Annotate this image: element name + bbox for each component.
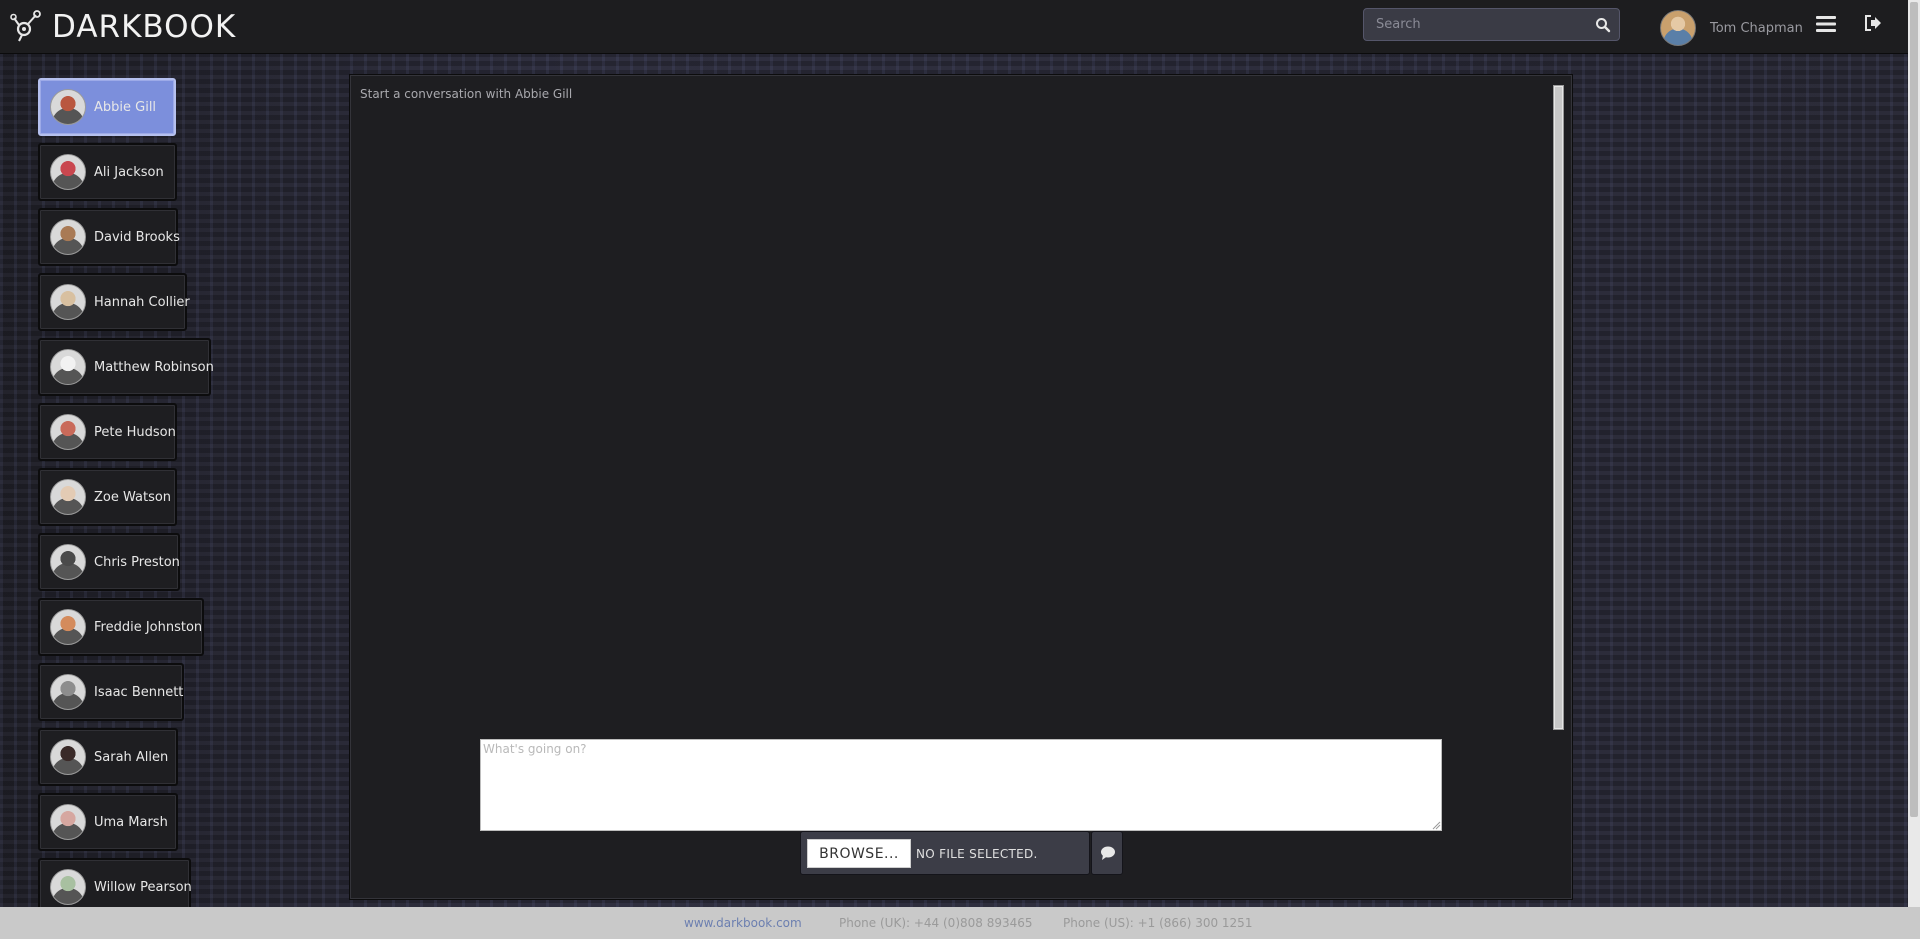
contact-zoe-watson[interactable]: Zoe Watson [38,468,177,526]
contact-avatar [50,89,86,125]
send-message-button[interactable] [1091,831,1123,875]
contact-name: Freddie Johnston [94,619,203,635]
user-name[interactable]: Tom Chapman [1710,21,1803,36]
contact-matthew-robinson[interactable]: Matthew Robinson [38,338,214,396]
contact-name: Willow Pearson [94,879,192,895]
contact-name: Abbie Gill [94,99,157,115]
contact-name: Chris Preston [94,554,180,570]
footer: www.darkbook.com Phone (UK): +44 (0)808 … [0,907,1920,939]
contact-chris-preston[interactable]: Chris Preston [38,533,180,591]
contact-hannah-collier[interactable]: Hannah Collier [38,273,190,331]
contact-avatar [50,219,86,255]
contact-name: Sarah Allen [94,749,169,765]
search-input[interactable] [1364,9,1584,40]
contact-name: David Brooks [94,229,180,245]
contact-freddie-johnston[interactable]: Freddie Johnston [38,598,204,656]
contact-abbie-gill[interactable]: Abbie Gill [38,78,176,136]
contact-avatar [50,609,86,645]
contact-name: Matthew Robinson [94,359,214,375]
brand[interactable]: DARKBOOK [10,4,236,50]
molecule-logo-icon [10,10,41,42]
search-box [1363,8,1620,41]
file-status: NO FILE SELECTED. [916,847,1038,861]
contact-avatar [50,869,86,905]
contact-name: Isaac Bennett [94,684,184,700]
contact-name: Pete Hudson [94,424,176,440]
search-icon[interactable] [1595,17,1611,33]
contact-pete-hudson[interactable]: Pete Hudson [38,403,177,461]
chat-panel: Start a conversation with Abbie Gill BRO… [349,74,1573,900]
contact-name: Ali Jackson [94,164,164,180]
browse-button[interactable]: BROWSE... [807,839,911,868]
footer-phone-uk: Phone (UK): +44 (0)808 893465 [839,916,1033,930]
contact-sarah-allen[interactable]: Sarah Allen [38,728,178,786]
contact-avatar [50,414,86,450]
contact-avatar [50,154,86,190]
contact-avatar [50,479,86,515]
footer-website-link[interactable]: www.darkbook.com [684,916,802,930]
contact-avatar [50,674,86,710]
chat-intro-text: Start a conversation with Abbie Gill [360,87,573,101]
user-profile[interactable]: Tom Chapman [1660,10,1803,46]
chat-scrollbar-thumb[interactable] [1555,87,1562,728]
page-scrollbar-thumb[interactable] [1910,2,1918,817]
chat-scrollbar[interactable] [1553,85,1564,730]
file-upload-group: BROWSE... NO FILE SELECTED. [800,831,1090,875]
contact-name: Hannah Collier [94,294,190,310]
page-scrollbar[interactable] [1908,0,1920,907]
message-input[interactable] [480,739,1442,831]
brand-name: DARKBOOK [52,9,237,45]
logout-icon[interactable] [1864,14,1882,32]
contact-name: Uma Marsh [94,814,168,830]
user-avatar[interactable] [1660,10,1696,46]
contact-avatar [50,544,86,580]
contact-avatar [50,284,86,320]
contact-avatar [50,804,86,840]
footer-phone-us: Phone (US): +1 (866) 300 1251 [1063,916,1253,930]
contact-david-brooks[interactable]: David Brooks [38,208,180,266]
contact-name: Zoe Watson [94,489,172,505]
hamburger-menu-icon[interactable] [1816,15,1836,33]
contact-uma-marsh[interactable]: Uma Marsh [38,793,178,851]
contact-isaac-bennett[interactable]: Isaac Bennett [38,663,184,721]
contact-avatar [50,349,86,385]
contact-avatar [50,739,86,775]
comment-icon [1101,846,1115,860]
top-navbar: DARKBOOK Tom Chapman [0,0,1908,54]
contact-ali-jackson[interactable]: Ali Jackson [38,143,177,201]
resize-grip-icon[interactable] [1431,820,1441,830]
